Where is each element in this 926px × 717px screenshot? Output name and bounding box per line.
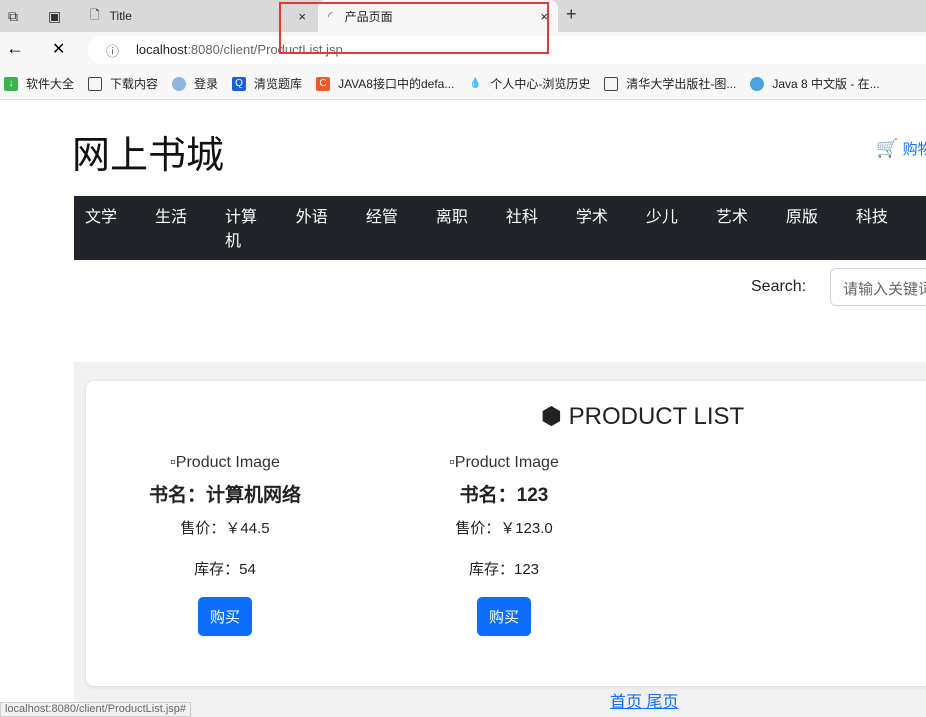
bookmark-label: Java 8 中文版 - 在... xyxy=(772,77,880,91)
product-list-title: ⬢ PRODUCT LIST xyxy=(541,402,744,431)
page-icon xyxy=(88,76,103,91)
cart-link[interactable]: 🛒 购物车 xyxy=(876,138,926,159)
q-icon: Q xyxy=(232,76,247,91)
buy-button[interactable]: 购买 xyxy=(476,597,531,636)
product-price: 售价：￥44.5 xyxy=(180,520,270,537)
product-stock: 库存：123 xyxy=(468,561,540,578)
globe-icon xyxy=(172,76,187,91)
image-alt: Product Image xyxy=(454,454,559,471)
bookmark[interactable]: 登录 xyxy=(172,75,218,92)
nav-item[interactable]: 计算机 xyxy=(225,196,262,260)
cart-icon: 🛒 xyxy=(876,138,899,158)
nav-item[interactable]: 科技 xyxy=(856,196,926,260)
url-host: localhost xyxy=(136,42,188,57)
product-stock: 库存：54 xyxy=(194,561,256,578)
bookmark-label: 登录 xyxy=(194,77,219,91)
nav-item[interactable]: 经管 xyxy=(366,196,436,260)
drop-icon: 💧 xyxy=(469,77,482,89)
product-item: ▫Product Image 书名：计算机网络 售价：￥44.5 库存：54 购… xyxy=(145,454,305,636)
category-nav: 文学 生活 计算机 外语 经管 离职 社科 学术 少儿 艺术 原版 科技 xyxy=(74,196,926,260)
site-logo[interactable]: 网上书城 xyxy=(72,124,224,179)
cart-label: 购物车 xyxy=(902,141,926,158)
bookmark[interactable]: Q 清览题库 xyxy=(232,75,302,92)
pagination: 首页 尾页 xyxy=(610,688,678,712)
search-label: Search: xyxy=(751,278,807,295)
product-name: 书名：123 xyxy=(459,485,549,506)
tab-actions-icon[interactable]: ▣ xyxy=(48,8,61,25)
bookmark[interactable]: C JAVA8接口中的defa... xyxy=(316,75,454,92)
first-page-link[interactable]: 首页 xyxy=(610,694,642,711)
back-icon[interactable]: ← xyxy=(6,38,24,59)
bookmark[interactable]: 下载内容 xyxy=(88,75,158,92)
highlight-box xyxy=(279,2,549,54)
bookmark-label: 个人中心-浏览历史 xyxy=(490,77,591,91)
buy-button[interactable]: 购买 xyxy=(197,597,252,636)
product-price: 售价：￥123.0 xyxy=(455,520,553,537)
bookmark[interactable]: Java 8 中文版 - 在... xyxy=(750,75,880,92)
bookmark-label: 下载内容 xyxy=(110,77,159,91)
bookmark-label: JAVA8接口中的defa... xyxy=(338,77,455,91)
nav-item[interactable]: 艺术 xyxy=(716,196,786,260)
nav-item[interactable]: 外语 xyxy=(296,196,366,260)
bookmarks-bar: ↓ 软件大全 下载内容 登录 Q 清览题库 C JAVA8接口中的defa... 💧 个… xyxy=(0,68,926,100)
bookmark-label: 软件大全 xyxy=(26,77,75,91)
bookmark-label: 清览题库 xyxy=(254,77,303,91)
csdn-icon: C xyxy=(316,76,331,91)
download-icon: ↓ xyxy=(4,76,18,91)
product-name: 书名：计算机网络 xyxy=(148,485,301,506)
bookmark-label: 清华大学出版社-图... xyxy=(626,77,737,91)
nav-item[interactable]: 生活 xyxy=(155,196,225,260)
status-bar: localhost:8080/client/ProductList.jsp# xyxy=(0,702,191,717)
page-icon xyxy=(604,76,619,91)
image-alt: Product Image xyxy=(175,454,280,471)
info-icon: ⓘ xyxy=(106,44,120,59)
cubes-icon: ⬢ xyxy=(541,403,562,430)
new-tab-button[interactable]: + xyxy=(566,4,577,25)
title-text: PRODUCT LIST xyxy=(568,403,745,430)
stop-loading-icon[interactable]: ✕ xyxy=(52,39,65,59)
workspaces-icon[interactable]: ⧉ xyxy=(8,8,18,25)
runoob-icon xyxy=(750,76,765,91)
nav-item[interactable]: 离职 xyxy=(436,196,506,260)
nav-item[interactable]: 社科 xyxy=(506,196,576,260)
last-page-link[interactable]: 尾页 xyxy=(646,694,678,711)
product-image: ▫Product Image xyxy=(145,454,305,472)
tab-label: Title xyxy=(109,9,132,23)
product-image: ▫Product Image xyxy=(424,454,584,472)
bookmark[interactable]: 💧 个人中心-浏览历史 xyxy=(468,75,590,92)
product-item: ▫Product Image 书名：123 售价：￥123.0 库存：123 购… xyxy=(424,454,584,636)
bookmark[interactable]: 清华大学出版社-图... xyxy=(604,75,736,92)
nav-item[interactable]: 文学 xyxy=(85,196,155,260)
bookmark[interactable]: ↓ 软件大全 xyxy=(4,75,74,92)
nav-item[interactable]: 学术 xyxy=(576,196,646,260)
page-icon: 🗋 xyxy=(90,7,100,22)
nav-item[interactable]: 原版 xyxy=(786,196,856,260)
search-input[interactable]: 请输入关键词 xyxy=(830,268,926,306)
nav-item[interactable]: 少儿 xyxy=(646,196,716,260)
